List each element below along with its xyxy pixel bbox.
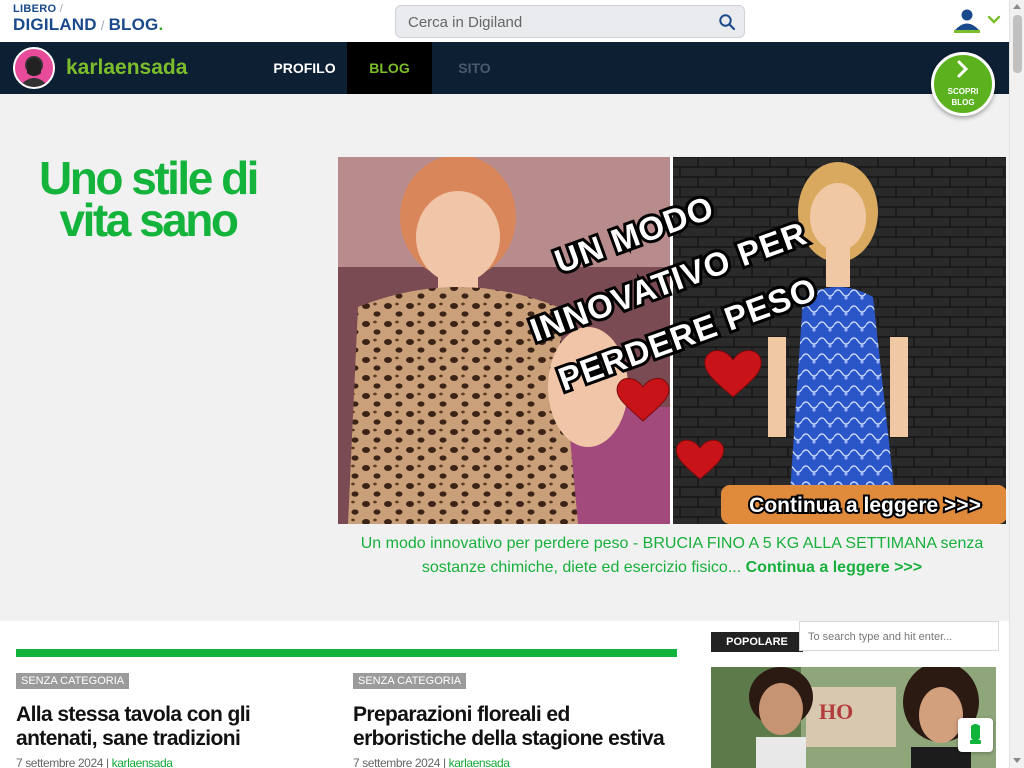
hero-banner-image: UN MODO INNOVATIVO PER PERDERE PESO Cont… xyxy=(338,157,1006,524)
logo-separator: / xyxy=(100,18,105,33)
post-meta-separator: | xyxy=(105,756,109,768)
post-meta: 7 settembre 2024 | karlaensada xyxy=(353,756,510,768)
logo-libero: LIBERO xyxy=(13,3,57,15)
chevron-down-icon xyxy=(987,15,1001,24)
discover-blog-button[interactable]: SCOPRI BLOG xyxy=(931,52,995,116)
post-meta: 7 settembre 2024 | karlaensada xyxy=(16,756,173,768)
logo-dot: . xyxy=(158,15,164,34)
post-date: 7 settembre 2024 xyxy=(353,756,440,768)
blog-name[interactable]: karlaensada xyxy=(66,56,187,80)
popular-label: POPOLARE xyxy=(711,632,803,652)
post-title-link[interactable]: Alla stessa tavola con gli antenati, san… xyxy=(16,703,336,751)
post-author-link[interactable]: karlaensada xyxy=(449,756,510,768)
post-date: 7 settembre 2024 xyxy=(16,756,103,768)
popular-post-image[interactable]: HO xyxy=(711,667,996,768)
blog-nav: karlaensada PROFILO BLOG SITO xyxy=(0,42,1009,94)
avatar[interactable] xyxy=(13,47,55,89)
popular-post-photo: HO xyxy=(711,667,996,768)
scroll-up-arrow-icon[interactable] xyxy=(1013,4,1021,9)
hero-caption: Un modo innovativo per perdere peso - BR… xyxy=(340,532,1004,580)
avatar-silhouette-icon xyxy=(19,56,49,87)
top-bar: LIBERO / DIGILAND / BLOG. Cerca in Digilan… xyxy=(0,0,1009,42)
logo-separator: / xyxy=(59,3,64,15)
scrollbar-thumb[interactable] xyxy=(1013,15,1022,73)
user-menu[interactable] xyxy=(952,6,1004,36)
sidebar-search-placeholder: To search type and hit enter... xyxy=(808,631,953,643)
scroll-down-arrow-icon[interactable] xyxy=(1013,758,1021,763)
post-category-badge[interactable]: SENZA CATEGORIA xyxy=(353,673,467,689)
search-placeholder: Cerca in Digiland xyxy=(408,14,523,31)
post-author-link[interactable]: karlaensada xyxy=(112,756,173,768)
logo-blog: BLOG xyxy=(108,15,159,34)
post-title-link[interactable]: Preparazioni floreali ed erboristiche de… xyxy=(353,703,673,751)
page: LIBERO / DIGILAND / BLOG. Cerca in Digilan… xyxy=(0,0,1024,768)
sidebar-search-input[interactable]: To search type and hit enter... xyxy=(799,621,999,651)
site-title: Uno stile di vita sano xyxy=(39,152,259,246)
search-icon[interactable] xyxy=(718,13,736,31)
banner-cta: Continua a leggere >>> xyxy=(749,494,981,517)
section-divider xyxy=(16,649,677,657)
bookmark-icon xyxy=(970,724,981,744)
tab-sito[interactable]: SITO xyxy=(432,42,517,94)
user-icon[interactable] xyxy=(952,6,1004,36)
discover-label-1: SCOPRI xyxy=(947,87,979,96)
page-scrollbar[interactable] xyxy=(1009,0,1024,768)
tab-blog[interactable]: BLOG xyxy=(347,42,432,94)
post-category-badge[interactable]: SENZA CATEGORIA xyxy=(16,673,130,689)
discover-label-2: BLOG xyxy=(951,98,975,107)
popular-post-sign-text: HO xyxy=(819,699,853,724)
bookmark-button[interactable] xyxy=(958,718,993,752)
hero-read-more-link[interactable]: Continua a leggere >>> xyxy=(746,559,923,576)
tab-profilo[interactable]: PROFILO xyxy=(262,42,347,94)
post-meta-separator: | xyxy=(442,756,446,768)
digiland-logo[interactable]: LIBERO / DIGILAND / BLOG. xyxy=(13,3,164,34)
chevron-right-icon xyxy=(957,60,969,78)
hero-banner[interactable]: UN MODO INNOVATIVO PER PERDERE PESO Cont… xyxy=(338,157,1006,524)
logo-digiland: DIGILAND xyxy=(13,15,97,34)
search-input[interactable]: Cerca in Digiland xyxy=(395,5,745,38)
